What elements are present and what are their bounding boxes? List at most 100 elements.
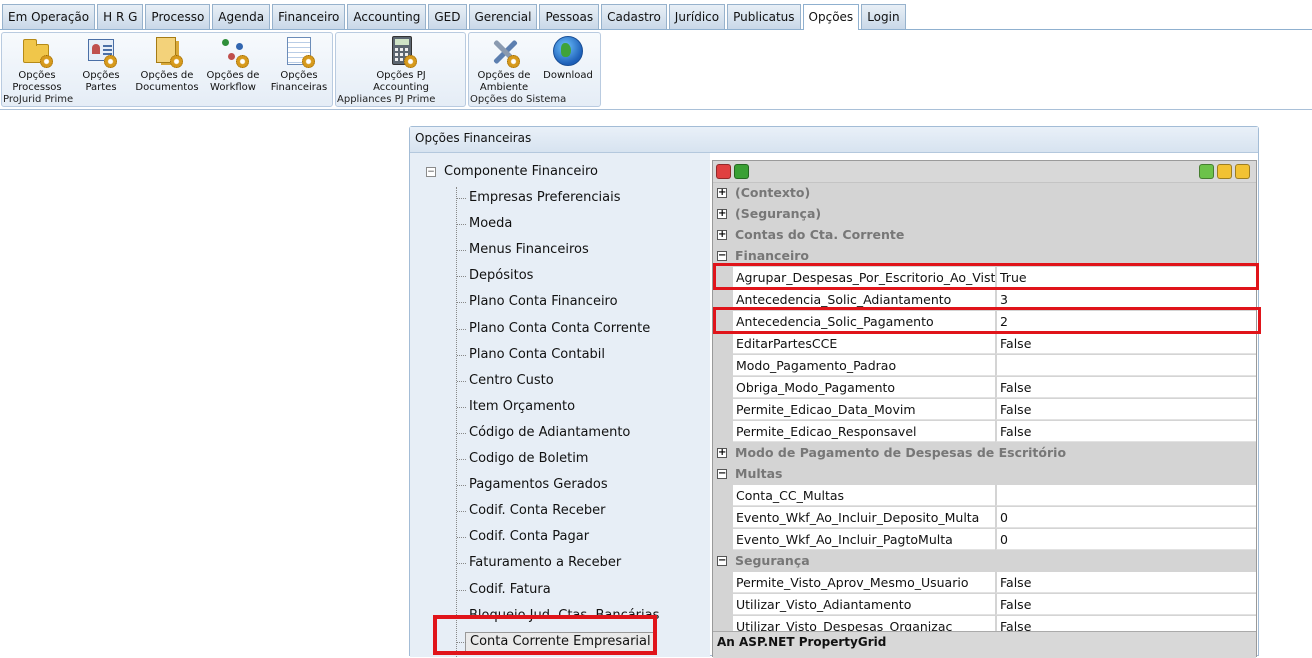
property-value[interactable]: 3 bbox=[996, 289, 1256, 310]
property-value[interactable]: 2 bbox=[996, 311, 1256, 332]
tree-item-label: Depósitos bbox=[469, 268, 534, 284]
property-name: Antecedencia_Solic_Adiantamento bbox=[733, 289, 995, 310]
property-category[interactable]: + Modo de Pagamento de Despesas de Escrit… bbox=[713, 443, 1256, 464]
tab-financeiro[interactable]: Financeiro bbox=[272, 4, 346, 29]
tree-item[interactable]: Depósitos bbox=[457, 265, 533, 287]
opcoes-financeiras-label: Opções Financeiras bbox=[270, 70, 328, 93]
tab-ged[interactable]: GED bbox=[428, 4, 467, 29]
property-category[interactable]: + Contas do Cta. Corrente bbox=[713, 225, 1256, 246]
tree-item-label: Moeda bbox=[469, 216, 513, 232]
tree-item[interactable]: Moeda bbox=[457, 213, 512, 235]
property-value[interactable]: False bbox=[996, 594, 1256, 615]
tree-item-label: Bloqueio Jud. Ctas. Bancárias bbox=[469, 607, 660, 623]
tree-item[interactable]: Centro Custo bbox=[457, 370, 554, 392]
expand-toggle-icon[interactable]: + bbox=[717, 230, 727, 240]
collapse-toggle-icon[interactable]: − bbox=[717, 469, 727, 479]
property-category[interactable]: + (Segurança) bbox=[713, 204, 1256, 225]
tree-item[interactable]: Plano Conta Contabil bbox=[457, 344, 605, 366]
tree-item[interactable]: Plano Conta Conta Corrente bbox=[457, 318, 650, 340]
property-value[interactable]: False bbox=[996, 333, 1256, 354]
property-category[interactable]: − Financeiro bbox=[713, 246, 1256, 267]
download-label: Download bbox=[543, 70, 593, 81]
property-name: Modo_Pagamento_Padrao bbox=[733, 355, 995, 376]
documents-gear-icon bbox=[150, 35, 184, 69]
tab-opções[interactable]: Opções bbox=[802, 4, 860, 31]
property-category[interactable]: − Multas bbox=[713, 464, 1256, 485]
property-category-label: (Segurança) bbox=[735, 206, 822, 221]
tree-item[interactable]: Faturamento a Receber bbox=[457, 552, 621, 574]
tab-jurídico[interactable]: Jurídico bbox=[668, 4, 726, 29]
opcoes-pj-accounting-button[interactable]: Opções PJ Accounting bbox=[368, 35, 434, 93]
tab-agenda[interactable]: Agenda bbox=[212, 4, 271, 29]
tab-pessoas[interactable]: Pessoas bbox=[539, 4, 600, 29]
download-button[interactable]: Download bbox=[535, 35, 601, 93]
ribbon-group-label: ProJurid Prime bbox=[3, 94, 74, 105]
expand-toggle-icon[interactable]: + bbox=[717, 209, 727, 219]
tree-item[interactable]: Menus Financeiros bbox=[457, 239, 589, 261]
property-value[interactable]: False bbox=[996, 572, 1256, 593]
tree-item[interactable]: Pagamentos Gerados bbox=[457, 474, 608, 496]
property-category[interactable]: + (Contexto) bbox=[713, 183, 1256, 204]
tab-login[interactable]: Login bbox=[861, 4, 906, 29]
opcoes-de-ambiente-button[interactable]: Opções de Ambiente bbox=[471, 35, 537, 93]
collapse-toggle-icon[interactable]: − bbox=[717, 556, 727, 566]
collapse-toggle-icon[interactable]: − bbox=[717, 251, 727, 261]
property-name: Permite_Visto_Aprov_Mesmo_Usuario bbox=[733, 572, 995, 593]
tree-collapse-toggle[interactable]: − bbox=[426, 167, 436, 177]
opcoes-de-workflow-button[interactable]: Opções de Workflow bbox=[200, 35, 266, 93]
tree-item[interactable]: Empresas Preferenciais bbox=[457, 187, 620, 209]
property-value[interactable]: False bbox=[996, 421, 1256, 442]
tab-h-r-g[interactable]: H R G bbox=[97, 4, 144, 29]
expand-toggle-icon[interactable]: + bbox=[717, 188, 727, 198]
power-icon[interactable] bbox=[716, 164, 731, 179]
tree-item[interactable]: Codif. Conta Receber bbox=[457, 500, 605, 522]
property-category[interactable]: − Segurança bbox=[713, 551, 1256, 572]
ribbon-group-label: Appliances PJ Prime bbox=[337, 94, 436, 105]
property-name: Agrupar_Despesas_Por_Escritorio_Ao_Vista… bbox=[733, 267, 995, 288]
tab-processo[interactable]: Processo bbox=[145, 4, 211, 29]
expand-toggle-icon[interactable]: + bbox=[717, 448, 727, 458]
expand-icon[interactable] bbox=[1235, 164, 1250, 179]
tree-item[interactable]: Item Orçamento bbox=[457, 396, 575, 418]
opcoes-financeiras-button[interactable]: Opções Financeiras bbox=[266, 35, 332, 93]
property-value[interactable]: True bbox=[996, 267, 1256, 288]
property-value[interactable] bbox=[996, 355, 1256, 376]
ribbon-group-appliances-pj-prime: Opções PJ Accounting Appliances PJ Prime bbox=[335, 32, 466, 107]
tree-item[interactable]: Codif. Conta Pagar bbox=[457, 526, 589, 548]
tree-item-label: Pagamentos Gerados bbox=[469, 477, 608, 493]
tab-publicatus[interactable]: Publicatus bbox=[727, 4, 801, 29]
options-tree: − Componente Financeiro Empresas Prefere… bbox=[410, 153, 710, 657]
tree-item[interactable]: Plano Conta Financeiro bbox=[457, 291, 618, 313]
tab-gerencial[interactable]: Gerencial bbox=[468, 4, 538, 29]
opcoes-de-documentos-button[interactable]: Opções de Documentos bbox=[134, 35, 200, 93]
tab-em-operação[interactable]: Em Operação bbox=[2, 4, 96, 29]
tree-item[interactable]: Codif. Fatura bbox=[457, 579, 551, 601]
contact-card-gear-icon bbox=[84, 35, 118, 69]
opcoes-partes-button[interactable]: Opções Partes bbox=[68, 35, 134, 93]
ribbon-group-projurid-prime: Opções Processos Opções Partes Opções de… bbox=[1, 32, 333, 107]
tree-item[interactable]: Codigo de Boletim bbox=[457, 448, 588, 470]
property-value[interactable]: False bbox=[996, 399, 1256, 420]
opcoes-financeiras-panel: Opções Financeiras − Componente Financei… bbox=[409, 126, 1261, 658]
property-row: Utilizar_Visto_Adiantamento False bbox=[713, 594, 1256, 616]
tree-item[interactable]: Bloqueio Jud. Ctas. Bancárias bbox=[457, 605, 659, 627]
property-value[interactable]: 0 bbox=[996, 507, 1256, 528]
property-value[interactable]: 0 bbox=[996, 529, 1256, 550]
tab-accounting[interactable]: Accounting bbox=[347, 4, 427, 29]
property-name: Antecedencia_Solic_Pagamento bbox=[733, 311, 995, 332]
tab-cadastro[interactable]: Cadastro bbox=[601, 4, 667, 29]
help-icon[interactable] bbox=[1199, 164, 1214, 179]
tree-root-label: Componente Financeiro bbox=[444, 164, 598, 179]
opcoes-pj-accounting-label: Opções PJ Accounting bbox=[373, 70, 429, 93]
collapse-icon[interactable] bbox=[1217, 164, 1232, 179]
refresh-icon[interactable] bbox=[734, 164, 749, 179]
property-name: Utilizar_Visto_Adiantamento bbox=[733, 594, 995, 615]
property-grid-toolbar bbox=[713, 161, 1256, 183]
opcoes-processos-button[interactable]: Opções Processos bbox=[4, 35, 70, 93]
property-row: Antecedencia_Solic_Adiantamento 3 bbox=[713, 289, 1256, 311]
property-category-label: Financeiro bbox=[735, 248, 809, 263]
property-value[interactable] bbox=[996, 485, 1256, 506]
opcoes-de-ambiente-label: Opções de Ambiente bbox=[477, 70, 531, 93]
tree-item[interactable]: Código de Adiantamento bbox=[457, 422, 630, 444]
property-value[interactable]: False bbox=[996, 377, 1256, 398]
